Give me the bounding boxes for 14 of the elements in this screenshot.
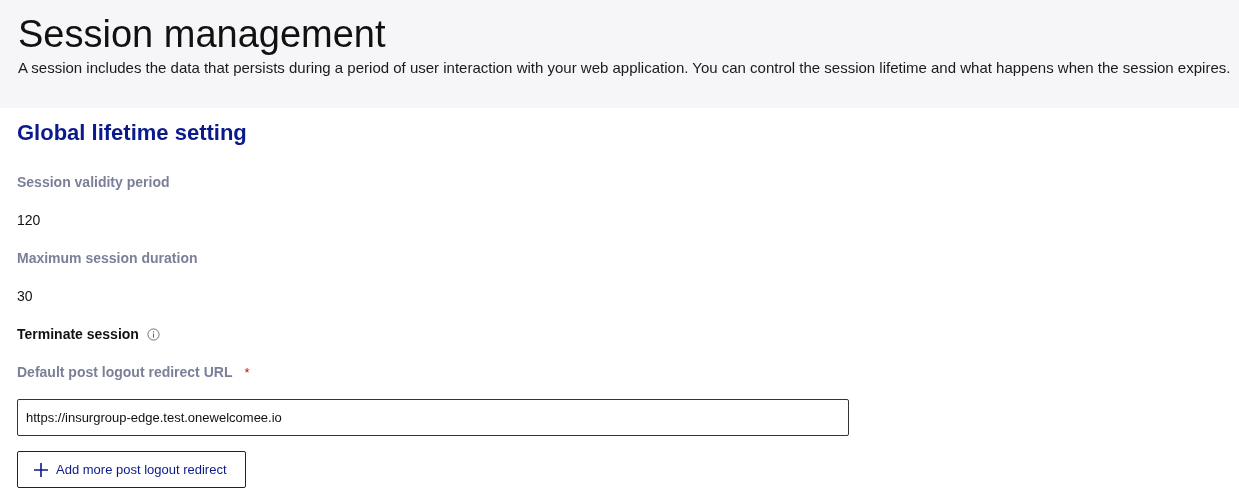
page-title: Session management [18, 12, 387, 56]
url-input-field[interactable]: https://insurgroup-edge.test.onewelcomee.io [17, 399, 849, 436]
add-redirect-button[interactable]: Add more post logout redirect [17, 451, 246, 488]
setting-label: Session validity period [17, 173, 170, 191]
field-label: Default post logout redirect URL [17, 363, 233, 381]
setting-value: 120 [17, 211, 41, 229]
setting-label: Maximum session duration [17, 249, 198, 267]
setting-value: 30 [17, 287, 33, 305]
info-icon[interactable] [146, 327, 160, 341]
section-title: Global lifetime setting [17, 119, 248, 147]
page-description: A session includes the data that persists during a period of user interaction with your web application. You can control the session lifetime and what happens when the session expires. [18, 58, 1232, 78]
setting-heading: Terminate session [17, 325, 139, 343]
plus-icon [34, 462, 48, 477]
required-mark: * [244, 364, 250, 380]
